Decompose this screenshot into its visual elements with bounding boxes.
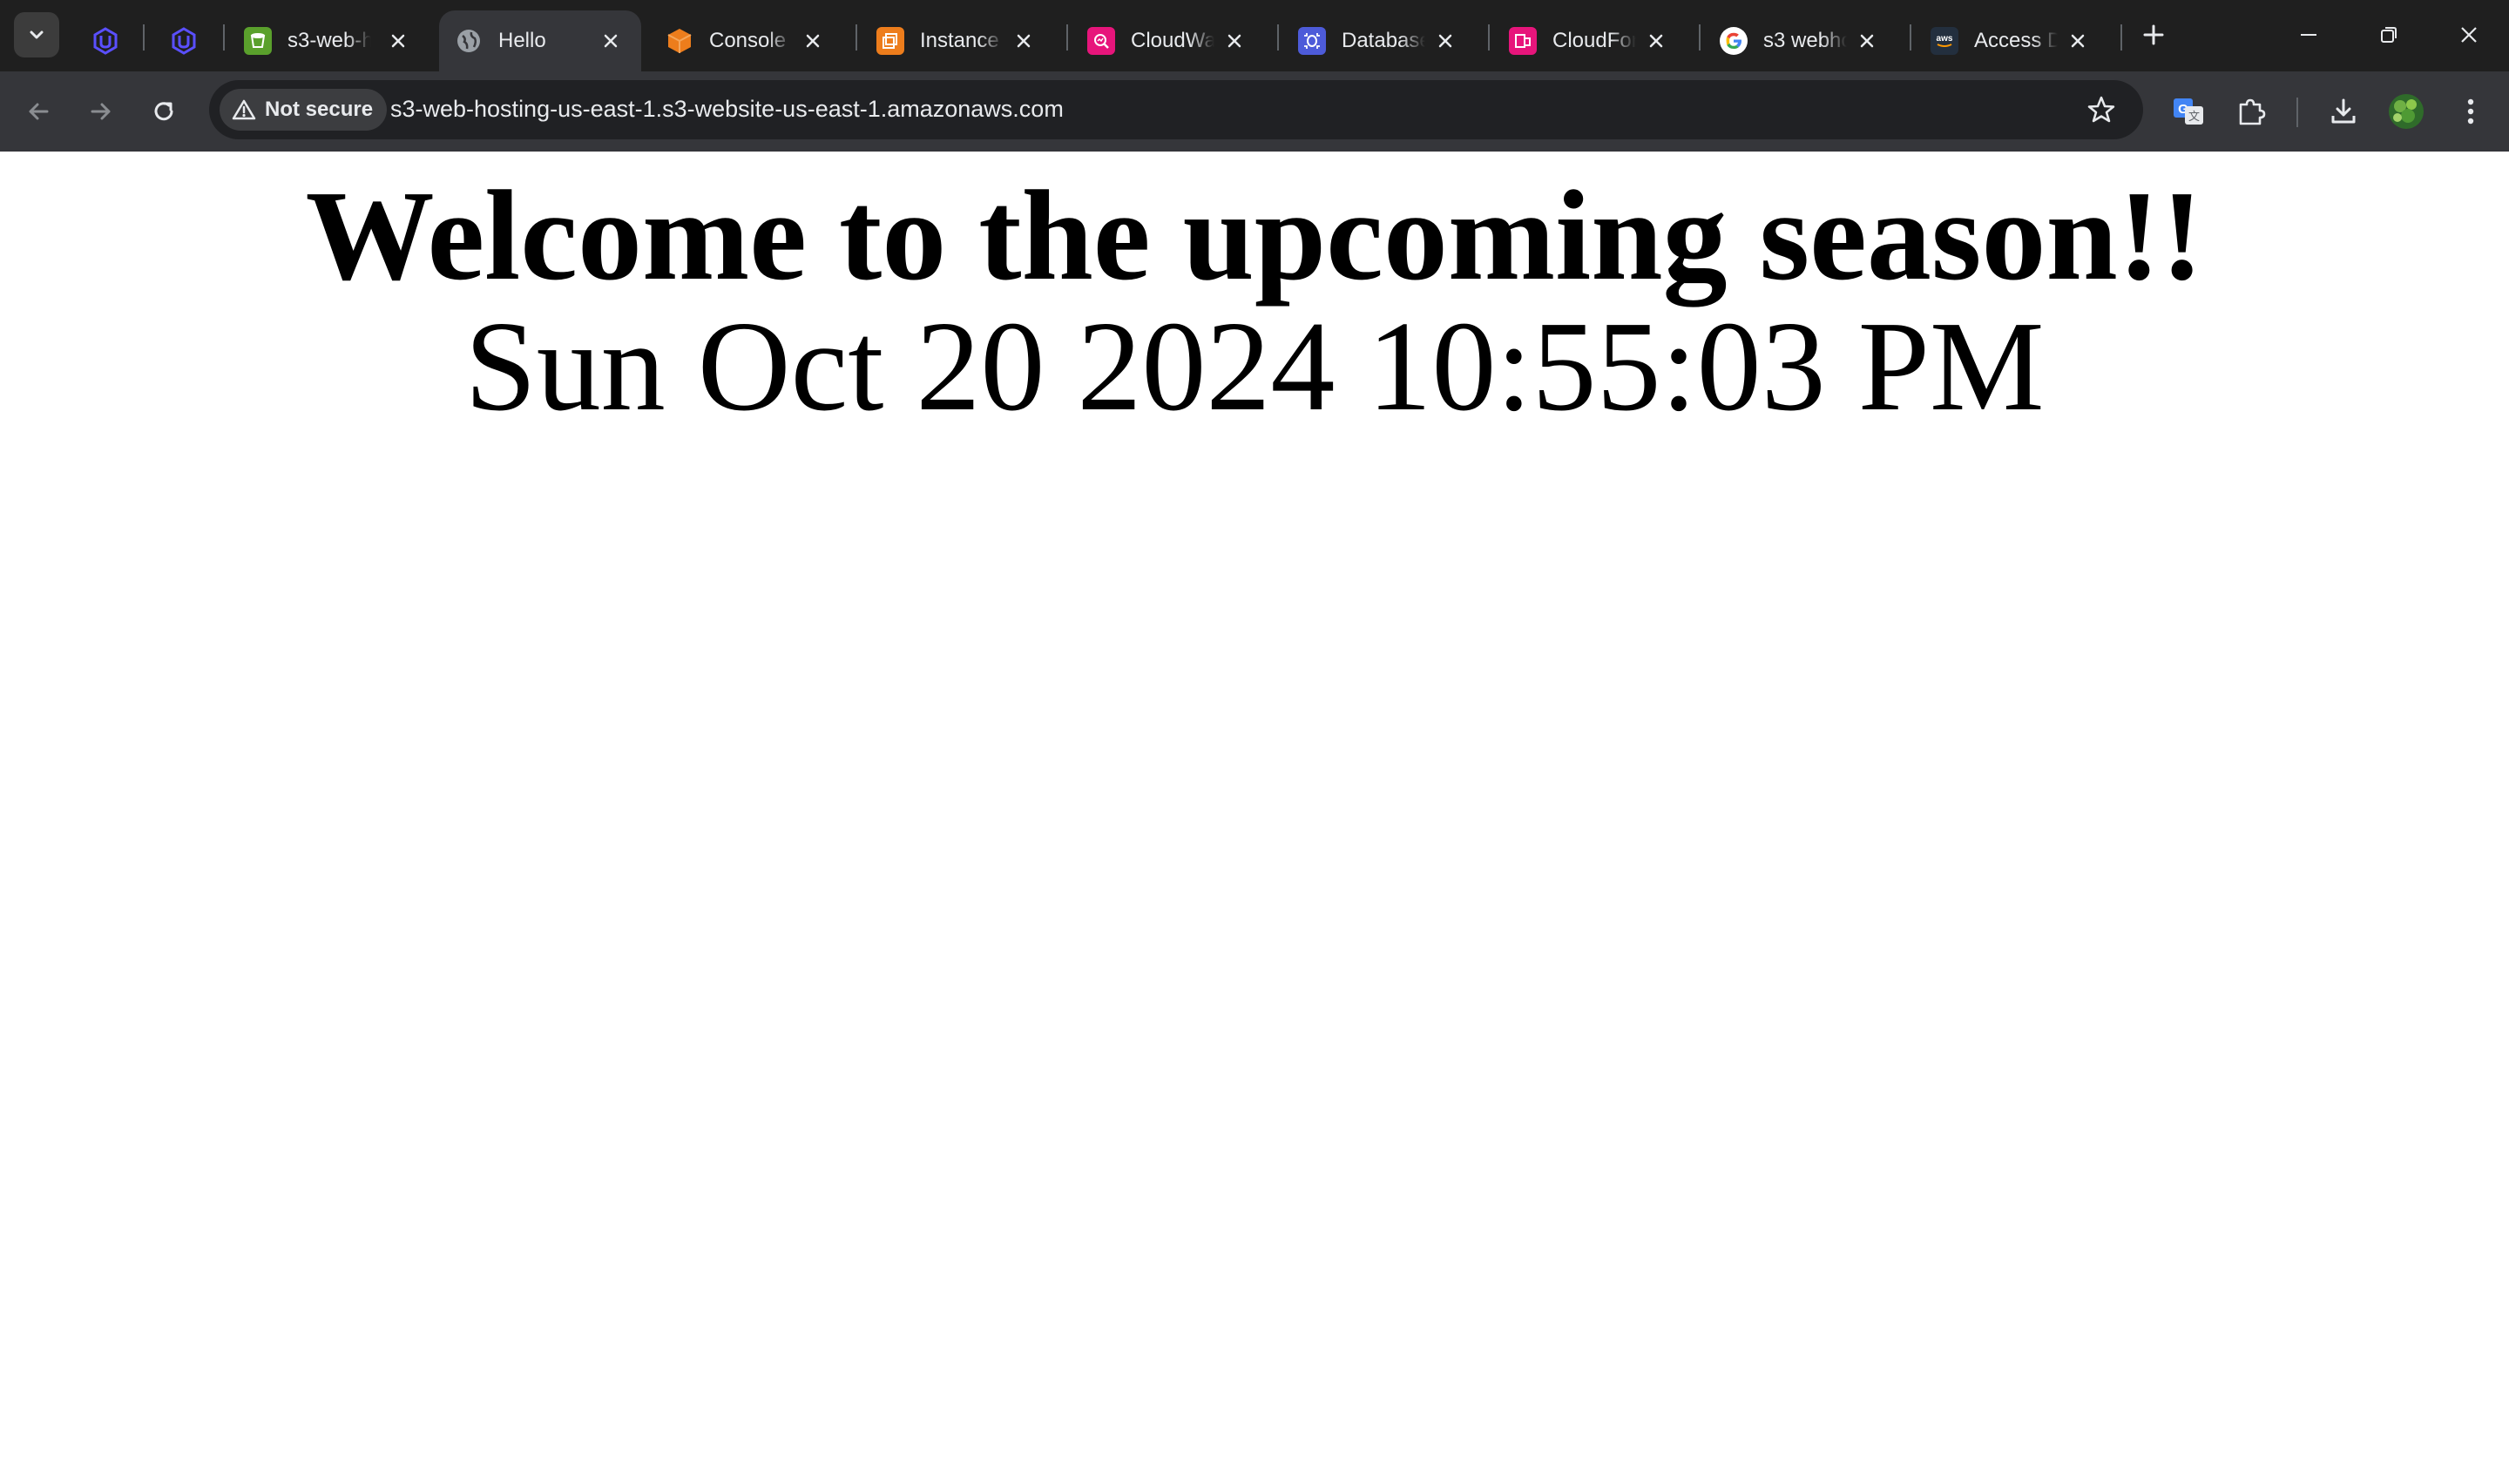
tab-pinned-udacity-2[interactable]: [145, 10, 223, 71]
udacity-icon: [91, 27, 119, 55]
google-icon: [1720, 27, 1748, 55]
google-translate-icon: G文: [2174, 98, 2203, 125]
bookmark-button[interactable]: [2084, 92, 2119, 127]
close-window-button[interactable]: [2434, 12, 2504, 57]
restore-button[interactable]: [2354, 12, 2424, 57]
tab-s3-bucket[interactable]: s3-web-h: [228, 10, 429, 71]
close-icon[interactable]: [1221, 28, 1248, 54]
tab-cloudformation[interactable]: CloudForm: [1493, 10, 1687, 71]
tab-title: Instance d: [920, 29, 1004, 52]
tab-separator: [2120, 24, 2122, 51]
web-page: Welcome to the upcoming season!! Sun Oct…: [0, 152, 2509, 1484]
date-time-display: Sun Oct 20 2024 10:55:03 PM: [464, 295, 2045, 438]
extensions-button[interactable]: [2228, 89, 2274, 134]
url-text[interactable]: s3-web-hosting-us-east-1.s3-website-us-e…: [390, 96, 1064, 123]
ec2-icon: [876, 27, 904, 55]
globe-icon: [455, 27, 483, 55]
download-icon: [2331, 98, 2356, 124]
tab-instance-details[interactable]: Instance d: [861, 10, 1054, 71]
tab-database[interactable]: Database: [1282, 10, 1476, 71]
close-icon: [2461, 27, 2477, 43]
browser-chrome: s3-web-h Hello Console H Instance d: [0, 0, 2509, 152]
star-icon: [2087, 96, 2115, 123]
avatar: [2389, 94, 2424, 129]
close-icon[interactable]: [1643, 28, 1669, 54]
close-icon[interactable]: [385, 28, 411, 54]
close-icon[interactable]: [800, 28, 826, 54]
tab-access-denied[interactable]: aws Access De: [1915, 10, 2108, 71]
tab-console-home[interactable]: Console H: [650, 10, 843, 71]
s3-bucket-icon: [244, 27, 272, 55]
close-icon[interactable]: [598, 28, 624, 54]
tab-title: Console H: [709, 29, 793, 52]
restore-icon: [2381, 27, 2397, 43]
tab-title: Access De: [1974, 29, 2058, 52]
minimize-button[interactable]: [2274, 12, 2343, 57]
close-icon[interactable]: [1432, 28, 1458, 54]
warning-triangle-icon: [232, 99, 256, 120]
back-button[interactable]: [17, 91, 59, 132]
cloudformation-icon: [1509, 27, 1537, 55]
tab-title: Hello: [498, 29, 546, 52]
rds-icon: [1298, 27, 1326, 55]
tab-title: s3 webho: [1763, 29, 1847, 52]
profile-button[interactable]: [2384, 89, 2429, 134]
cloudwatch-icon: [1087, 27, 1115, 55]
plus-icon: [2143, 24, 2164, 45]
aws-logo-icon: aws: [1931, 27, 1958, 55]
address-bar[interactable]: Not secure s3-web-hosting-us-east-1.s3-w…: [209, 80, 2143, 139]
forward-button[interactable]: [80, 91, 122, 132]
close-icon[interactable]: [2065, 28, 2091, 54]
tab-title: CloudWat: [1131, 29, 1214, 52]
tab-title: Database: [1342, 29, 1425, 52]
tab-separator: [223, 24, 225, 51]
tab-search-button[interactable]: [14, 12, 59, 57]
menu-button[interactable]: [2448, 89, 2493, 134]
tab-separator: [855, 24, 857, 51]
downloads-button[interactable]: [2321, 89, 2366, 134]
tab-cloudwatch[interactable]: CloudWat: [1072, 10, 1265, 71]
arrow-right-icon: [91, 103, 111, 120]
tab-hello-active[interactable]: Hello: [439, 10, 641, 71]
close-icon[interactable]: [1011, 28, 1037, 54]
tab-pinned-udacity-1[interactable]: [66, 10, 145, 71]
tab-separator: [1699, 24, 1701, 51]
tab-separator: [1277, 24, 1279, 51]
tab-separator: [1910, 24, 1911, 51]
minimize-icon: [2301, 34, 2316, 36]
tab-separator: [1488, 24, 1490, 51]
toolbar: Not secure s3-web-hosting-us-east-1.s3-w…: [0, 71, 2509, 152]
aws-cube-icon: [666, 27, 693, 55]
toolbar-separator: [2296, 98, 2298, 127]
tab-google-search[interactable]: s3 webho: [1704, 10, 1897, 71]
puzzle-icon: [2239, 98, 2266, 125]
svg-text:aws: aws: [1937, 34, 1953, 44]
tab-strip: s3-web-h Hello Console H Instance d: [0, 0, 2509, 71]
svg-text:文: 文: [2188, 110, 2200, 123]
new-tab-button[interactable]: [2136, 17, 2171, 52]
translate-button[interactable]: G文: [2166, 89, 2211, 134]
tab-separator: [1066, 24, 1068, 51]
udacity-icon: [170, 27, 198, 55]
more-vert-icon: [2467, 98, 2474, 125]
arrow-left-icon: [29, 103, 49, 120]
reload-button[interactable]: [143, 91, 185, 132]
welcome-heading: Welcome to the upcoming season!!: [305, 165, 2204, 307]
reload-icon: [154, 102, 173, 121]
chevron-down-icon: [30, 30, 44, 39]
security-indicator[interactable]: Not secure: [220, 89, 388, 131]
tab-title: CloudForm: [1552, 29, 1636, 52]
tab-title: s3-web-h: [287, 29, 371, 52]
not-secure-label: Not secure: [265, 98, 374, 121]
close-icon[interactable]: [1854, 28, 1880, 54]
